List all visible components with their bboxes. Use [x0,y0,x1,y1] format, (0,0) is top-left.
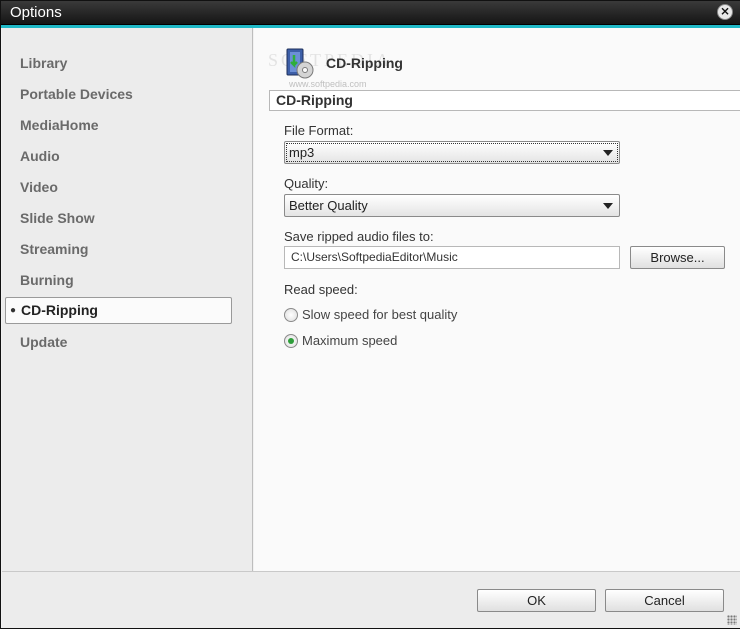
read-speed-label: Read speed: [284,282,358,297]
file-format-value: mp3 [289,145,315,160]
radio-button[interactable] [284,334,298,348]
radio-maximum-speed[interactable]: Maximum speed [284,333,397,349]
sidebar-item-burning[interactable]: Burning [5,267,232,294]
sidebar-item-label: Burning [20,272,74,288]
close-icon[interactable]: ⨯ [717,4,733,20]
dialog-footer: OK Cancel [2,571,740,628]
sidebar-item-video[interactable]: Video [5,174,232,201]
title-bar[interactable]: Options ⨯ [1,1,740,25]
watermark-url: www.softpedia.com [289,79,367,89]
sidebar-item-label: Video [20,179,58,195]
quality-value: Better Quality [289,198,368,213]
browse-button[interactable]: Browse... [630,246,725,269]
chevron-down-icon [603,203,613,209]
sidebar: Library Portable Devices MediaHome Audio… [2,28,253,571]
page-title: CD-Ripping [326,55,403,71]
sidebar-item-label: MediaHome [20,117,99,133]
save-path-label: Save ripped audio files to: [284,229,434,244]
radio-label: Maximum speed [302,333,398,348]
ok-button[interactable]: OK [477,589,596,612]
sidebar-item-mediahome[interactable]: MediaHome [5,112,232,139]
sidebar-item-streaming[interactable]: Streaming [5,236,232,263]
sidebar-item-label: Library [20,55,68,71]
sidebar-item-label: Streaming [20,241,89,257]
sidebar-item-audio[interactable]: Audio [5,143,232,170]
radio-button[interactable] [284,308,298,322]
sidebar-item-label: Slide Show [20,210,95,226]
quality-label: Quality: [284,176,329,191]
sidebar-item-slide-show[interactable]: Slide Show [5,205,232,232]
sidebar-item-label: Update [20,334,68,350]
cancel-button[interactable]: Cancel [605,589,724,612]
sidebar-item-cd-ripping[interactable]: ● CD-Ripping [5,297,232,324]
chevron-down-icon [603,150,613,156]
file-format-select[interactable]: mp3 [284,141,620,164]
sidebar-item-label: Portable Devices [20,86,133,102]
section-header: CD-Ripping [269,90,740,111]
options-window: Options ⨯ Library Portable Devices Media… [0,0,740,629]
sidebar-item-label: CD-Ripping [21,302,98,318]
sidebar-item-library[interactable]: Library [5,50,232,77]
save-path-input[interactable]: C:\Users\SoftpediaEditor\Music [284,246,620,269]
settings-panel: SOFTPEDIA www.softpedia.com CD-Ripping C… [254,28,740,571]
file-format-label: File Format: [284,123,354,138]
cd-ripping-icon [286,48,314,79]
radio-label: Slow speed for best quality [302,307,458,322]
sidebar-item-update[interactable]: Update [5,329,232,356]
resize-grip-icon[interactable] [727,615,737,625]
sidebar-item-label: Audio [20,148,60,164]
selected-bullet-icon: ● [10,305,17,316]
quality-select[interactable]: Better Quality [284,194,620,217]
window-title: Options [10,4,62,21]
radio-slow-speed[interactable]: Slow speed for best quality [284,307,457,323]
sidebar-item-portable-devices[interactable]: Portable Devices [5,81,232,108]
